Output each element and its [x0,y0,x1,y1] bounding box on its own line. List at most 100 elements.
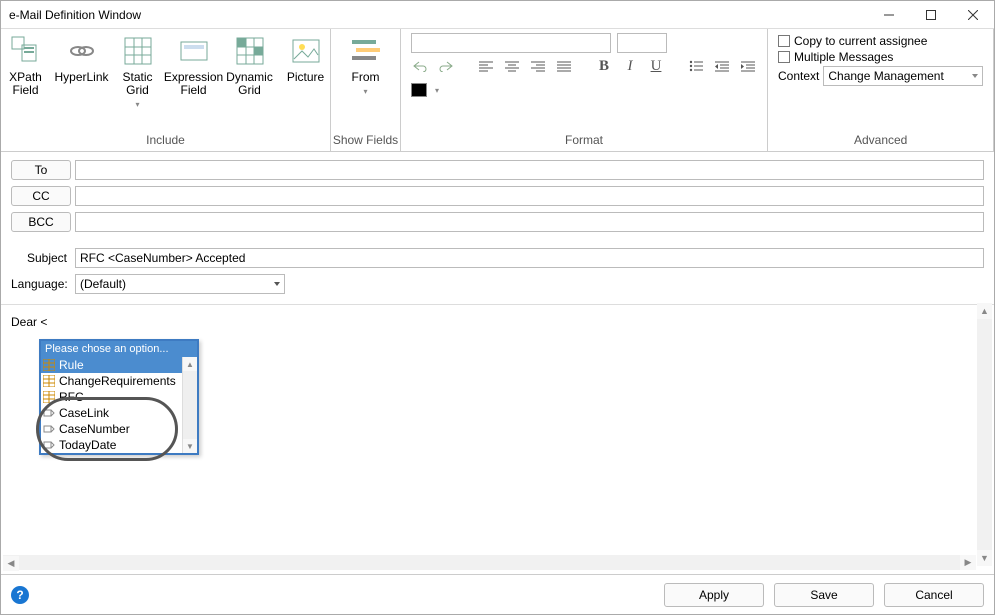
indent-button[interactable] [739,57,757,75]
showfields-group-label: Show Fields [333,133,398,149]
language-label: Language: [11,277,71,291]
align-justify-button[interactable] [555,57,573,75]
body-editor[interactable]: Dear < [1,305,994,339]
window-title: e-Mail Definition Window [9,8,141,22]
font-color-button[interactable] [411,83,427,97]
vertical-scrollbar[interactable]: ▲ ▼ [977,303,992,566]
dynamic-grid-button[interactable]: Dynamic Grid [222,33,278,99]
chevron-down-icon: ▾ [135,101,139,110]
close-button[interactable] [952,1,994,29]
apply-button[interactable]: Apply [664,583,764,607]
autocomplete-item-changerequirements[interactable]: ChangeRequirements [41,373,197,389]
bullet-list-button[interactable] [687,57,705,75]
static-grid-button[interactable]: Static Grid ▾ [110,33,166,112]
picture-label: Picture [287,71,324,84]
header-fields: To CC BCC Subject Language: (Default) [1,152,994,304]
chevron-down-icon[interactable]: ▾ [435,86,439,95]
help-button[interactable]: ? [11,586,29,604]
popup-scrollbar[interactable]: ▲ ▼ [182,357,197,453]
italic-button[interactable]: I [621,57,639,75]
xpath-field-button[interactable]: XPath Field [0,33,54,99]
align-center-button[interactable] [503,57,521,75]
scroll-right-icon[interactable]: ▶ [960,555,976,570]
align-right-button[interactable] [529,57,547,75]
table-icon [43,375,55,387]
scroll-down-icon[interactable]: ▼ [977,550,992,566]
context-label: Context [778,69,819,83]
xpath-field-label: XPath Field [0,71,52,97]
from-icon [350,35,382,67]
editor-area: Dear < Please chose an option... Rule Ch… [1,304,994,564]
scroll-up-icon[interactable]: ▲ [183,357,197,371]
bcc-input[interactable] [75,212,984,232]
undo-button[interactable] [411,57,429,75]
horizontal-scrollbar[interactable]: ◀ ▶ [3,555,976,570]
save-button[interactable]: Save [774,583,874,607]
subject-input[interactable] [75,248,984,268]
advanced-group-label: Advanced [854,133,907,149]
table-icon [43,359,55,371]
cc-button[interactable]: CC [11,186,71,206]
subject-label: Subject [11,251,71,265]
autocomplete-item-casenumber[interactable]: CaseNumber [41,421,197,437]
autocomplete-item-rule[interactable]: Rule [41,357,197,373]
scroll-up-icon[interactable]: ▲ [977,303,992,319]
picture-icon [290,35,322,67]
hyperlink-icon [66,35,98,67]
autocomplete-popup: Please chose an option... Rule ChangeReq… [39,339,199,455]
static-grid-label: Static Grid [112,71,164,97]
context-select[interactable]: Change Management [823,66,983,86]
editor-text: Dear < [11,315,47,329]
hyperlink-button[interactable]: HyperLink [54,33,110,86]
copy-assignee-checkbox[interactable]: Copy to current assignee [768,33,993,49]
from-button[interactable]: From ▾ [338,33,394,99]
bcc-button[interactable]: BCC [11,212,71,232]
ribbon: XPath Field HyperLink Static Grid ▾ Expr… [1,29,994,152]
title-bar: e-Mail Definition Window [1,1,994,29]
multiple-messages-label: Multiple Messages [794,50,893,64]
multiple-messages-checkbox[interactable]: Multiple Messages [768,49,993,65]
table-icon [43,391,55,403]
ribbon-group-include: XPath Field HyperLink Static Grid ▾ Expr… [1,29,331,151]
bottom-bar: ? Apply Save Cancel [1,574,994,614]
outdent-button[interactable] [713,57,731,75]
autocomplete-item-label: CaseNumber [59,422,130,436]
expression-field-icon [178,35,210,67]
autocomplete-item-caselink[interactable]: CaseLink [41,405,197,421]
picture-button[interactable]: Picture [278,33,334,86]
minimize-button[interactable] [868,1,910,29]
scroll-left-icon[interactable]: ◀ [3,556,19,571]
autocomplete-item-label: Rule [59,358,84,372]
cc-input[interactable] [75,186,984,206]
xpath-field-icon [10,35,42,67]
expression-field-button[interactable]: Expression Field [166,33,222,99]
tag-icon [43,423,55,435]
tag-icon [43,407,55,419]
align-left-button[interactable] [477,57,495,75]
from-label: From [352,71,380,84]
autocomplete-item-rfc[interactable]: RFC [41,389,197,405]
hyperlink-label: HyperLink [54,71,108,84]
ribbon-group-advanced: Copy to current assignee Multiple Messag… [768,29,994,151]
cancel-button[interactable]: Cancel [884,583,984,607]
dynamic-grid-icon [234,35,266,67]
bold-button[interactable]: B [595,57,613,75]
window-controls [868,1,994,29]
context-value: Change Management [828,69,943,83]
font-family-select[interactable] [411,33,611,53]
language-select[interactable]: (Default) [75,274,285,294]
font-size-select[interactable] [617,33,667,53]
autocomplete-item-label: TodayDate [59,438,116,452]
redo-button[interactable] [437,57,455,75]
underline-button[interactable]: U [647,57,665,75]
copy-assignee-label: Copy to current assignee [794,34,927,48]
autocomplete-item-label: RFC [59,390,84,404]
language-value: (Default) [80,277,126,291]
autocomplete-item-todaydate[interactable]: TodayDate [41,437,197,453]
to-button[interactable]: To [11,160,71,180]
scroll-down-icon[interactable]: ▼ [183,439,197,453]
maximize-button[interactable] [910,1,952,29]
ribbon-group-format: B I U ▾ Format [401,29,768,151]
to-input[interactable] [75,160,984,180]
ribbon-group-showfields: From ▾ Show Fields [331,29,401,151]
